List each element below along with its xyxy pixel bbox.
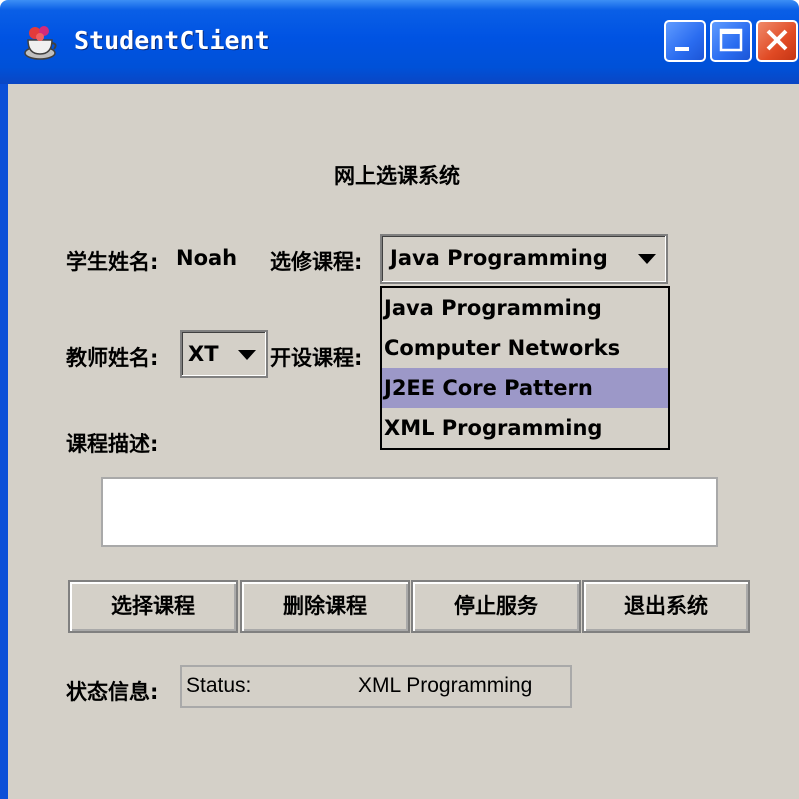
- delete-course-button[interactable]: 删除课程: [240, 580, 410, 633]
- dropdown-option-computer-networks[interactable]: Computer Networks: [382, 328, 668, 368]
- maximize-icon: [719, 28, 743, 52]
- course-select-label: 选修课程:: [270, 250, 363, 274]
- course-description-label: 课程描述:: [66, 432, 159, 456]
- window-title: StudentClient: [74, 26, 270, 55]
- teacher-select-value: XT: [188, 342, 219, 366]
- status-prefix: Status:: [186, 674, 252, 697]
- teacher-name-label: 教师姓名:: [66, 346, 159, 370]
- course-dropdown-list: Java Programming Computer Networks J2EE …: [380, 286, 670, 450]
- course-description-field[interactable]: [101, 477, 718, 547]
- student-name-value: Noah: [176, 246, 238, 270]
- student-name-label: 学生姓名:: [66, 250, 159, 274]
- dropdown-option-xml-programming[interactable]: XML Programming: [382, 408, 668, 448]
- title-bar[interactable]: StudentClient: [0, 0, 799, 84]
- select-course-button[interactable]: 选择课程: [68, 580, 238, 633]
- page-title: 网上选课系统: [334, 164, 460, 188]
- status-info-label: 状态信息:: [66, 680, 159, 704]
- dropdown-option-java-programming[interactable]: Java Programming: [382, 288, 668, 328]
- offered-course-label: 开设课程:: [270, 346, 363, 370]
- minimize-button[interactable]: [664, 20, 706, 62]
- exit-system-button[interactable]: 退出系统: [582, 580, 750, 633]
- dropdown-option-j2ee-core-pattern[interactable]: J2EE Core Pattern: [382, 368, 668, 408]
- stop-service-button[interactable]: 停止服务: [411, 580, 581, 633]
- student-client-window: StudentClient 网上选课系统 学生姓名: Noah 选修课程: Ja…: [0, 0, 799, 799]
- minimize-icon: [675, 47, 689, 51]
- close-button[interactable]: [756, 20, 798, 62]
- java-cup-icon[interactable]: [20, 22, 60, 62]
- course-select[interactable]: Java Programming: [380, 234, 668, 284]
- status-value: XML Programming: [358, 674, 533, 697]
- window-frame-left: [0, 84, 8, 799]
- course-select-value: Java Programming: [390, 246, 608, 270]
- status-field: Status: XML Programming: [180, 665, 572, 708]
- chevron-down-icon[interactable]: [638, 254, 656, 264]
- teacher-select[interactable]: XT: [180, 330, 268, 378]
- maximize-button[interactable]: [710, 20, 752, 62]
- close-icon: [766, 29, 788, 51]
- chevron-down-icon[interactable]: [238, 350, 256, 360]
